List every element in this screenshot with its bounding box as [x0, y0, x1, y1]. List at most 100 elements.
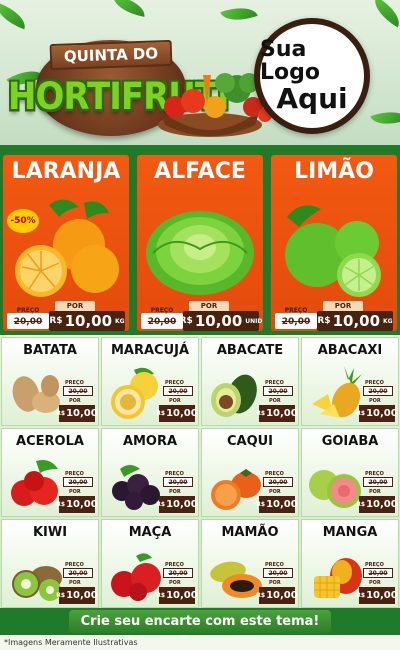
- new-price-box: R$ 10,00: [56, 496, 98, 513]
- header: QUINTA DO HORTIFRUTI Sua Logo Aqui: [0, 0, 400, 145]
- price: 10,00: [266, 499, 298, 510]
- new-price-box: R$ 10,00 KG: [317, 311, 393, 331]
- currency: R$: [56, 410, 66, 417]
- products-grid: BATATA PREÇO 20,00 POR R$ 10,00 MARACUJÁ…: [0, 335, 400, 608]
- product-name: ALFACE: [154, 159, 246, 184]
- old-price: 20,00: [281, 317, 311, 327]
- product-name: BATATA: [23, 343, 77, 358]
- price: 10,00: [332, 312, 381, 330]
- lime-icon: [285, 205, 381, 297]
- por-label: POR: [169, 398, 181, 404]
- currency: R$: [156, 501, 166, 508]
- currency: R$: [317, 316, 331, 326]
- old-price: 20,00: [13, 317, 43, 327]
- product-name: MANGA: [322, 525, 378, 540]
- price-tag: PREÇO 20,00 POR R$ 10,00: [156, 562, 198, 606]
- price-tag: PREÇO 20,00 POR R$ 10,00: [356, 471, 398, 515]
- price: 10,00: [166, 499, 198, 510]
- product-tile-amora: AMORA PREÇO 20,00 POR R$ 10,00: [101, 428, 199, 517]
- product-tile-acerola: ACEROLA PREÇO 20,00 POR R$ 10,00: [1, 428, 99, 517]
- old-price: 20,00: [63, 477, 93, 487]
- price-tag: PREÇO 20,00 POR R$ 10,00: [156, 380, 198, 424]
- old-price-box: PREÇO 20,00: [7, 307, 49, 329]
- old-price: 20,00: [263, 386, 293, 396]
- price: 10,00: [66, 499, 98, 510]
- new-price-box: R$ 10,00: [356, 587, 398, 604]
- price: 10,00: [166, 590, 198, 601]
- footnote: *Imagens Meramente Ilustrativas: [0, 635, 400, 650]
- currency: R$: [256, 410, 266, 417]
- por-label: POR: [169, 489, 181, 495]
- new-price-box: R$ 10,00 KG: [49, 311, 125, 331]
- brand-line-2: Aqui: [276, 82, 348, 116]
- old-price: 20,00: [163, 477, 193, 487]
- leaf-icon: [368, 0, 400, 28]
- product-tile-maracuja: MARACUJÁ PREÇO 20,00 POR R$ 10,00: [101, 337, 199, 426]
- product-name: AMORA: [122, 434, 178, 449]
- product-name: MAMÃO: [221, 525, 279, 540]
- por-label: POR: [55, 301, 95, 311]
- product-name: LARANJA: [11, 159, 121, 184]
- por-label: POR: [323, 301, 363, 311]
- featured-card-alface: ALFACE POR PREÇO 20,00 R$ 10,00 UNID: [137, 155, 263, 331]
- old-price: 20,00: [363, 477, 393, 487]
- new-price-box: R$ 10,00: [356, 496, 398, 513]
- price-tag: PREÇO 20,00 POR R$ 10,00: [56, 562, 98, 606]
- price-tag: PREÇO 20,00 POR R$ 10,00: [56, 380, 98, 424]
- old-price: 20,00: [263, 568, 293, 578]
- new-price-box: R$ 10,00: [256, 587, 298, 604]
- product-tile-abacaxi: ABACAXI PREÇO 20,00 POR R$ 10,00: [301, 337, 399, 426]
- por-label: POR: [169, 580, 181, 586]
- old-price: 20,00: [363, 568, 393, 578]
- currency: R$: [256, 592, 266, 599]
- price: 10,00: [366, 408, 398, 419]
- new-price-box: R$ 10,00: [156, 587, 198, 604]
- new-price-box: R$ 10,00: [256, 496, 298, 513]
- old-price: 20,00: [63, 568, 93, 578]
- unit: UNID: [245, 317, 263, 325]
- price: 10,00: [66, 590, 98, 601]
- product-tile-caqui: CAQUI PREÇO 20,00 POR R$ 10,00: [201, 428, 299, 517]
- featured-card-limao: LIMÃO POR PREÇO 20,00 R$ 10,00 KG: [271, 155, 397, 331]
- product-name: GOIABA: [321, 434, 379, 449]
- brand-logo-placeholder: Sua Logo Aqui: [254, 18, 370, 134]
- leaf-icon: [0, 2, 30, 30]
- price: 10,00: [64, 312, 113, 330]
- product-name: ABACAXI: [317, 343, 383, 358]
- cta-bar: Crie seu encarte com este tema!: [0, 608, 400, 635]
- product-name: CAQUI: [226, 434, 274, 449]
- por-label: POR: [189, 301, 229, 311]
- product-name: LIMÃO: [294, 159, 374, 184]
- price: 10,00: [366, 590, 398, 601]
- product-tile-manga: MANGA PREÇO 20,00 POR R$ 10,00: [301, 519, 399, 608]
- new-price-box: R$ 10,00: [356, 405, 398, 422]
- brand-line-1: Sua Logo: [260, 37, 320, 86]
- unit: KG: [115, 317, 125, 325]
- por-label: POR: [369, 398, 381, 404]
- por-label: POR: [69, 489, 81, 495]
- cta-button[interactable]: Crie seu encarte com este tema!: [68, 610, 332, 633]
- currency: R$: [356, 592, 366, 599]
- por-label: POR: [69, 580, 81, 586]
- new-price-box: R$ 10,00: [56, 587, 98, 604]
- price: 10,00: [266, 590, 298, 601]
- price-tag: PREÇO 20,00 POR R$ 10,00: [356, 562, 398, 606]
- price: 10,00: [266, 408, 298, 419]
- price-tag: PREÇO 20,00 POR R$ 10,00: [56, 471, 98, 515]
- preco-label: PREÇO: [16, 307, 40, 314]
- preco-label: PREÇO: [150, 307, 174, 314]
- new-price-box: R$ 10,00: [156, 496, 198, 513]
- old-price: 20,00: [163, 568, 193, 578]
- currency: R$: [56, 501, 66, 508]
- price-tag: PREÇO 20,00 POR R$ 10,00: [256, 471, 298, 515]
- price-tag: PREÇO 20,00 POR R$ 10,00: [256, 562, 298, 606]
- price-tag: PREÇO 20,00 POR R$ 10,00: [356, 380, 398, 424]
- lettuce-icon: [146, 211, 254, 295]
- currency: R$: [156, 410, 166, 417]
- price: 10,00: [194, 312, 243, 330]
- product-tile-maca: MAÇA PREÇO 20,00 POR R$ 10,00: [101, 519, 199, 608]
- old-price: 20,00: [163, 386, 193, 396]
- currency: R$: [49, 316, 63, 326]
- product-name: ABACATE: [216, 343, 284, 358]
- product-tile-goiaba: GOIABA PREÇO 20,00 POR R$ 10,00: [301, 428, 399, 517]
